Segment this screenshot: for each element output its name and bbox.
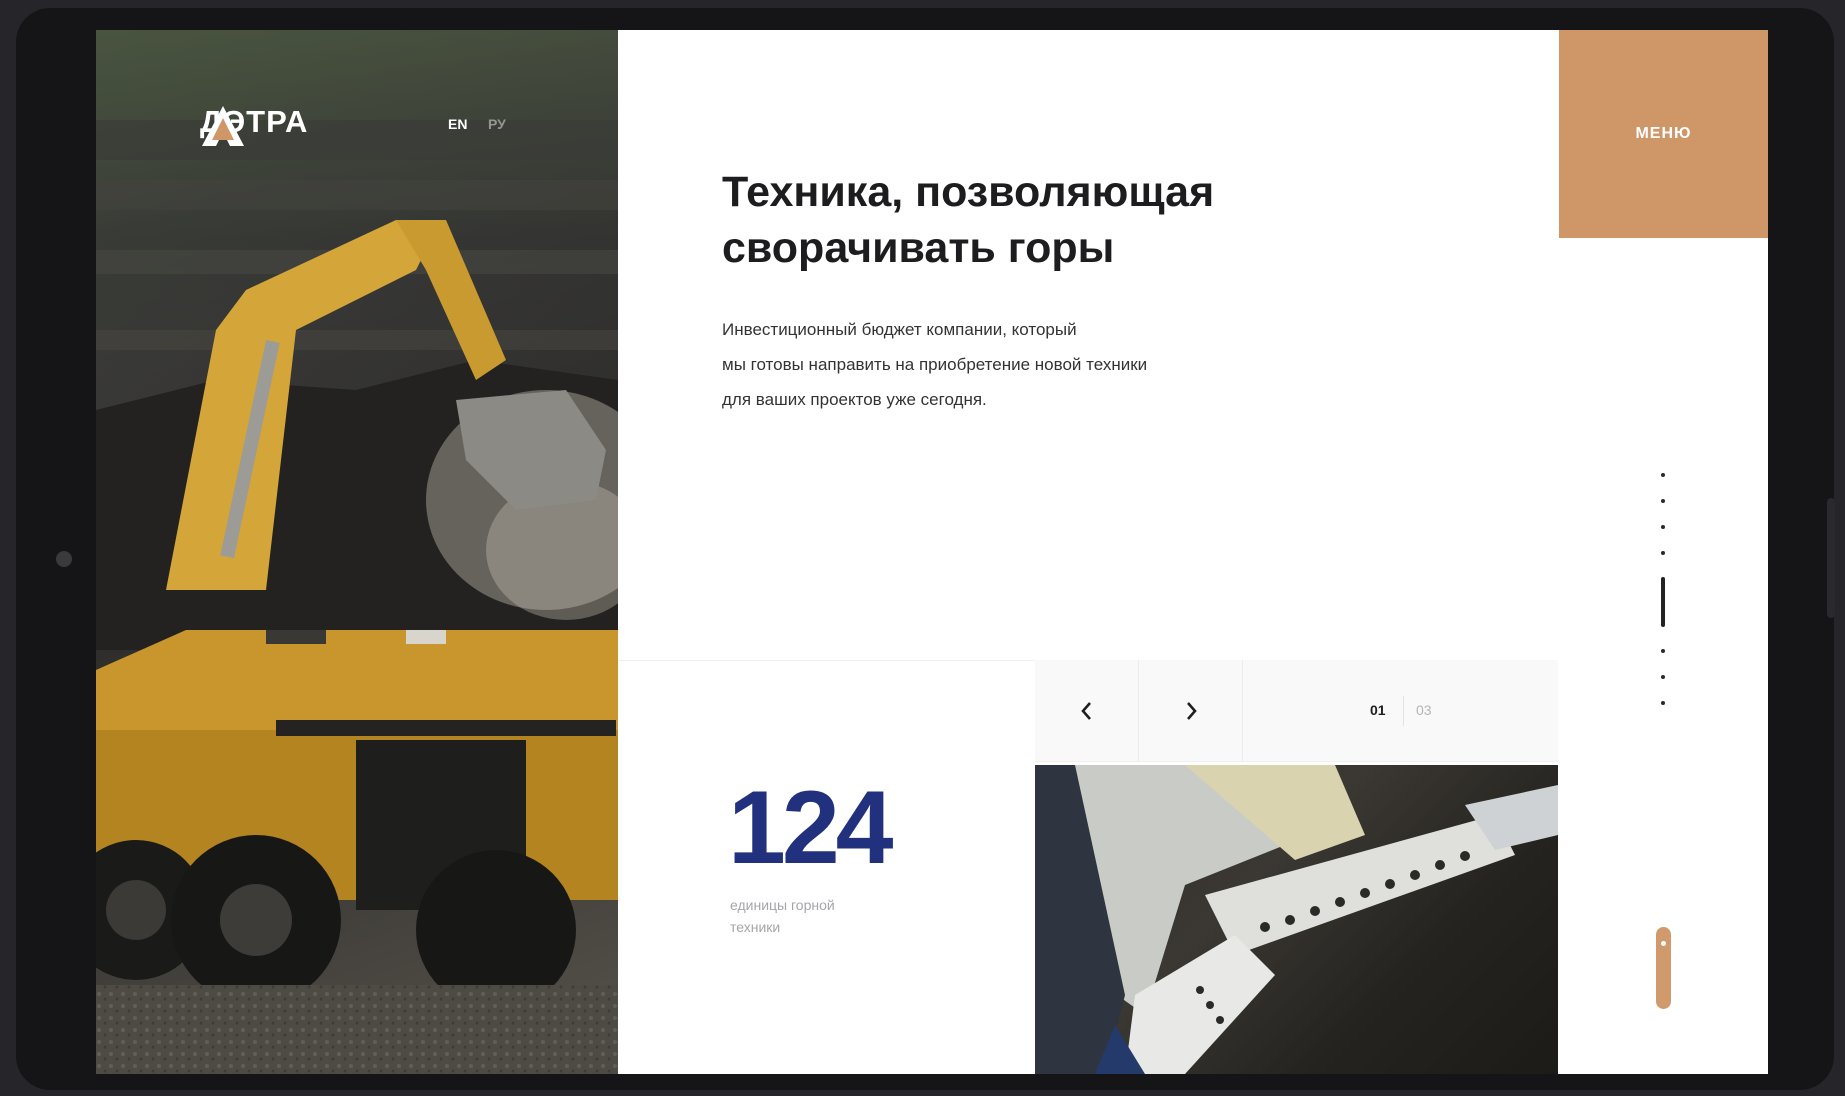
stat-label-line: единицы горной: [730, 897, 835, 913]
lang-en-link[interactable]: EN: [448, 116, 467, 132]
hero-photo: ДЭТРА EN РУ: [96, 30, 618, 1074]
section-dot[interactable]: [1661, 473, 1665, 477]
hero-description: Инвестиционный бюджет компании, который …: [722, 312, 1282, 417]
section-pagination: [1660, 473, 1666, 709]
scroll-indicator[interactable]: [1656, 927, 1671, 1009]
section-dot[interactable]: [1661, 701, 1665, 705]
mining-scene-illustration: [96, 120, 618, 1074]
slider-navigation: 01 03: [1035, 660, 1558, 762]
logo-mark-icon: [202, 106, 244, 146]
page-title: Техника, позволяющая сворачивать горы: [722, 164, 1282, 276]
slide-counter-current: 01: [1370, 702, 1386, 718]
description-line: мы готовы направить на приобретение ново…: [722, 355, 1148, 374]
hardware-button: [1827, 498, 1835, 618]
section-dot[interactable]: [1661, 551, 1665, 555]
section-dot[interactable]: [1661, 649, 1665, 653]
slide-counter-total: 03: [1416, 702, 1432, 718]
menu-button[interactable]: МЕНЮ: [1559, 30, 1768, 238]
counter-divider: [1403, 696, 1404, 726]
bucket-teeth-illustration: [1035, 765, 1558, 1074]
stat-label: единицы горной техники: [730, 894, 890, 938]
section-dot-active[interactable]: [1661, 577, 1665, 627]
section-dot[interactable]: [1661, 499, 1665, 503]
description-line: для ваших проектов уже сегодня.: [722, 390, 987, 409]
screen: ДЭТРА EN РУ Техника, позволяющая сворачи…: [96, 30, 1768, 1074]
section-dot[interactable]: [1661, 675, 1665, 679]
chevron-right-icon: [1186, 702, 1197, 720]
description-line: Инвестиционный бюджет компании, который: [722, 320, 1077, 339]
stat-label-line: техники: [730, 919, 781, 935]
lang-ru-link[interactable]: РУ: [488, 116, 506, 132]
page-title-line: Техника, позволяющая: [722, 168, 1215, 216]
slider-next-button[interactable]: [1139, 660, 1243, 762]
menu-label: МЕНЮ: [1635, 125, 1692, 142]
stat-value: 124: [728, 770, 894, 886]
section-dot[interactable]: [1661, 525, 1665, 529]
chevron-left-icon: [1080, 702, 1091, 720]
camera: [56, 551, 72, 567]
logo[interactable]: ДЭТРА: [200, 104, 308, 146]
slider-prev-button[interactable]: [1035, 660, 1139, 762]
page-title-line: сворачивать горы: [722, 224, 1115, 272]
bucket-teeth-photo: [1035, 765, 1558, 1074]
